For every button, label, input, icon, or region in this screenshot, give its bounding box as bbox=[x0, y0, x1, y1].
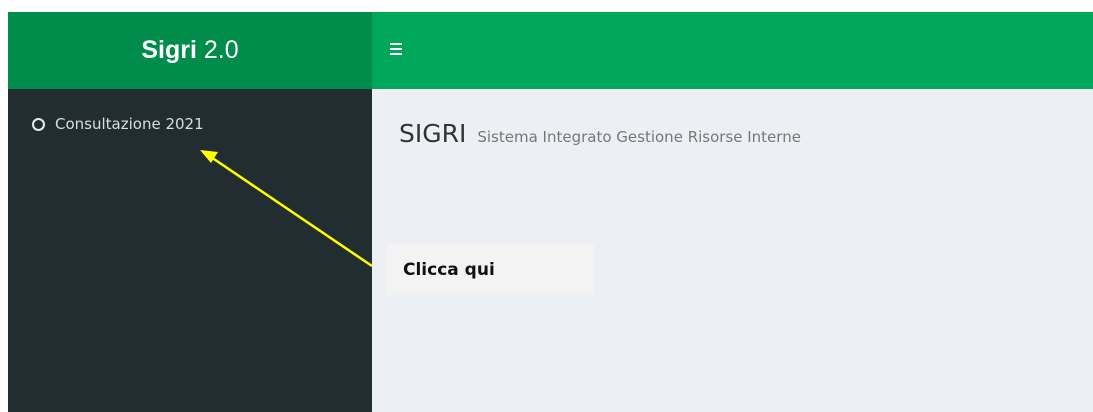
page-header: SIGRI Sistema Integrato Gestione Risorse… bbox=[399, 119, 801, 148]
hamburger-icon[interactable] bbox=[390, 43, 402, 55]
page-title: SIGRI bbox=[399, 119, 467, 148]
sidebar-item-label: Consultazione 2021 bbox=[55, 115, 204, 133]
app-window: Sigri 2.0 Consultazione 2021 SIGRI Siste… bbox=[8, 12, 1093, 412]
top-navbar bbox=[372, 12, 1093, 89]
logo-name: Sigri bbox=[141, 36, 197, 64]
page-subtitle: Sistema Integrato Gestione Risorse Inter… bbox=[477, 128, 801, 146]
callout-text: Clicca qui bbox=[403, 259, 495, 280]
circle-outline-icon bbox=[32, 117, 45, 131]
sidebar: Consultazione 2021 bbox=[8, 89, 372, 412]
logo-version: 2.0 bbox=[203, 36, 239, 64]
app-logo[interactable]: Sigri 2.0 bbox=[8, 12, 372, 89]
sidebar-item-consultazione-2021[interactable]: Consultazione 2021 bbox=[32, 115, 204, 133]
callout-box: Clicca qui bbox=[386, 244, 594, 295]
